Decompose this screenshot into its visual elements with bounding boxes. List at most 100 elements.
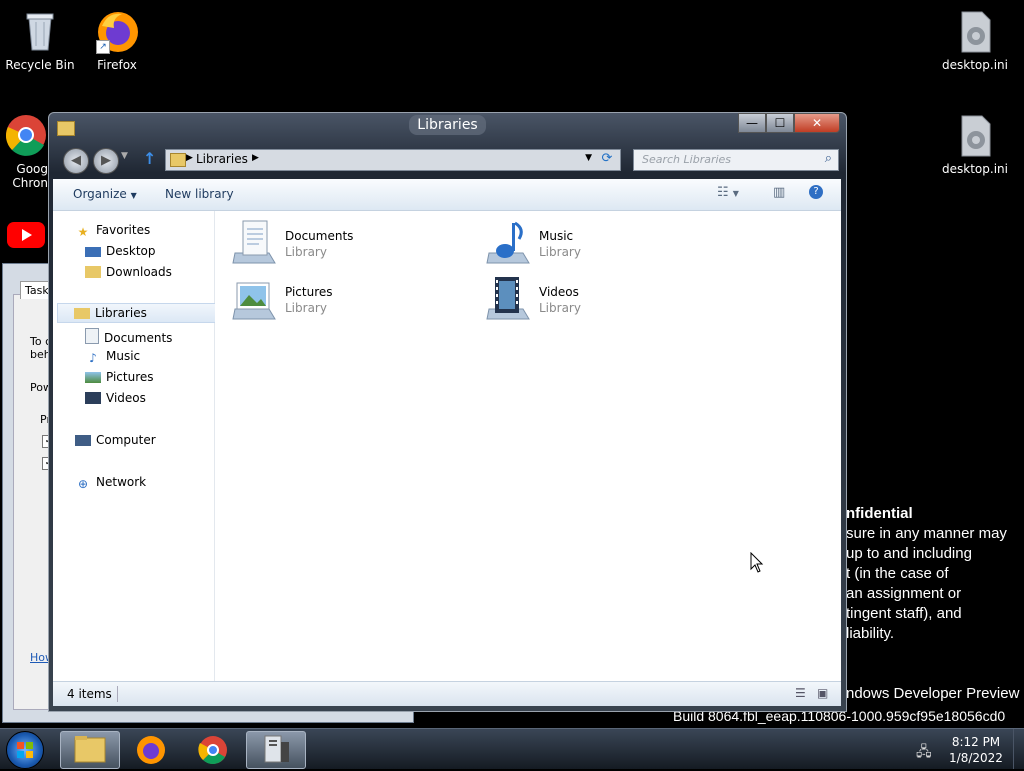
desktop-icon-desktop-ini-2[interactable]: desktop.ini	[935, 112, 1015, 176]
nav-downloads[interactable]: Downloads	[85, 265, 172, 279]
nav-music[interactable]: ♪ Music	[85, 349, 140, 365]
help-icon[interactable]: ?	[809, 185, 823, 199]
chevron-down-icon: ▼	[130, 191, 137, 200]
library-type: Library	[285, 245, 327, 259]
back-button[interactable]: ◀	[63, 148, 89, 174]
taskbar-explorer-button[interactable]	[60, 731, 120, 769]
pictures-library-icon	[232, 282, 276, 320]
network-icon: ⊕	[77, 477, 89, 491]
nav-libraries[interactable]: Libraries	[57, 303, 223, 323]
taskbar-chrome-button[interactable]	[184, 731, 242, 767]
chevron-right-icon[interactable]: ▶	[186, 153, 193, 163]
forward-button[interactable]: ▶	[93, 148, 119, 174]
show-desktop-button[interactable]	[1013, 729, 1024, 769]
large-icons-view-icon[interactable]: ▣	[817, 686, 828, 700]
nav-favorites[interactable]: ★ Favorites	[75, 223, 151, 239]
nav-videos[interactable]: Videos	[85, 391, 146, 405]
status-bar: 4 items ☰ ▣	[53, 681, 841, 706]
settings-file-icon	[952, 112, 998, 158]
breadcrumb-libraries[interactable]: Libraries	[196, 152, 248, 166]
watermark-line: up to and including	[846, 545, 972, 562]
item-count: 4 items	[67, 687, 112, 701]
watermark-line: sure in any manner may	[846, 525, 1007, 542]
watermark-line: liability.	[846, 625, 895, 642]
folder-icon	[74, 736, 106, 763]
firefox-icon	[137, 736, 165, 764]
new-library-button[interactable]: New library	[165, 187, 234, 201]
mouse-cursor-icon	[750, 552, 764, 573]
watermark-preview: ndows Developer Preview	[846, 685, 1020, 702]
windows-logo-icon	[17, 742, 33, 758]
search-icon[interactable]: ⌕	[825, 151, 832, 166]
explorer-window[interactable]: Libraries — ☐ ✕ ◀ ▶ ▼ ↑ ▶ Libraries ▶ ▼ …	[48, 112, 847, 712]
address-bar[interactable]: ▶ Libraries ▶ ▼	[165, 149, 621, 171]
system-window-icon	[264, 735, 289, 763]
window-controls: — ☐ ✕	[738, 113, 840, 133]
preview-pane-icon[interactable]: ▥	[773, 185, 785, 200]
library-type: Library	[285, 301, 327, 315]
up-arrow-icon[interactable]: ↑	[143, 149, 156, 168]
search-placeholder: Search Libraries	[642, 153, 732, 166]
libraries-icon	[74, 308, 90, 319]
desktop-icon-label: Recycle Bin	[5, 58, 75, 72]
shortcut-arrow-icon: ↗	[96, 40, 110, 54]
library-item-pictures[interactable]: Pictures Library	[231, 275, 471, 321]
nav-pictures[interactable]: Pictures	[85, 370, 154, 384]
youtube-icon	[3, 218, 49, 252]
desktop-icon-desktop-ini-1[interactable]: desktop.ini	[935, 8, 1015, 72]
search-input[interactable]: Search Libraries ⌕	[633, 149, 839, 171]
desktop-icon	[85, 247, 101, 257]
nav-desktop[interactable]: Desktop	[85, 244, 156, 258]
desktop-icon-label: desktop.ini	[942, 58, 1008, 72]
nav-computer[interactable]: Computer	[75, 433, 156, 447]
minimize-button[interactable]: —	[738, 113, 766, 133]
library-name: Videos	[539, 285, 579, 299]
status-divider	[117, 686, 118, 702]
computer-icon	[75, 435, 91, 446]
nav-documents[interactable]: Documents	[85, 328, 172, 345]
system-clock[interactable]: 8:12 PM 1/8/2022	[946, 734, 1006, 766]
firefox-icon: ↗	[94, 8, 140, 54]
navigation-pane: ★ Favorites Desktop Downloads Libraries D…	[53, 211, 223, 681]
clock-date: 1/8/2022	[949, 751, 1003, 765]
file-list: Documents Library Music Library Pictures…	[215, 211, 841, 681]
organize-button[interactable]: Organize ▼	[73, 187, 137, 201]
address-dropdown-icon[interactable]: ▼	[585, 153, 592, 163]
music-note-icon: ♪	[89, 351, 97, 365]
desktop-icon-firefox[interactable]: ↗ Firefox	[77, 8, 157, 72]
maximize-button[interactable]: ☐	[766, 113, 794, 133]
pictures-icon	[85, 372, 101, 383]
library-item-music[interactable]: Music Library	[485, 219, 725, 265]
library-name: Documents	[285, 229, 354, 243]
window-title: Libraries	[49, 115, 846, 135]
watermark-line: t (in the case of	[846, 565, 949, 582]
desktop-icon-recycle-bin[interactable]: Recycle Bin	[0, 8, 80, 72]
library-name: Music	[539, 229, 574, 243]
taskbar: 🖧 8:12 PM 1/8/2022	[0, 728, 1024, 769]
nav-network[interactable]: ⊕ Network	[75, 475, 146, 491]
clock-time: 8:12 PM	[951, 735, 1001, 749]
star-icon: ★	[77, 225, 89, 239]
close-button[interactable]: ✕	[794, 113, 840, 133]
taskbar-firefox-button[interactable]	[122, 731, 180, 767]
desktop-icon-label: desktop.ini	[942, 162, 1008, 176]
film-strip-icon	[85, 392, 101, 404]
network-tray-icon[interactable]: 🖧	[916, 741, 932, 765]
documents-icon	[85, 328, 99, 344]
recent-pages-dropdown-icon[interactable]: ▼	[121, 151, 128, 161]
taskbar-control-panel-button[interactable]	[246, 731, 306, 769]
library-item-videos[interactable]: Videos Library	[485, 275, 725, 321]
library-item-documents[interactable]: Documents Library	[231, 219, 471, 265]
refresh-icon[interactable]: ⟳	[597, 149, 617, 169]
downloads-folder-icon	[85, 266, 101, 278]
music-library-icon	[486, 221, 530, 264]
details-view-icon[interactable]: ☰	[795, 686, 806, 700]
library-name: Pictures	[285, 285, 333, 299]
chevron-right-icon[interactable]: ▶	[252, 153, 259, 163]
start-button[interactable]	[6, 731, 44, 769]
change-view-icon[interactable]: ☷ ▼	[717, 185, 739, 200]
library-type: Library	[539, 301, 581, 315]
chrome-icon	[198, 736, 227, 765]
watermark-line: tingent staff), and	[846, 605, 962, 622]
settings-file-icon	[952, 8, 998, 54]
